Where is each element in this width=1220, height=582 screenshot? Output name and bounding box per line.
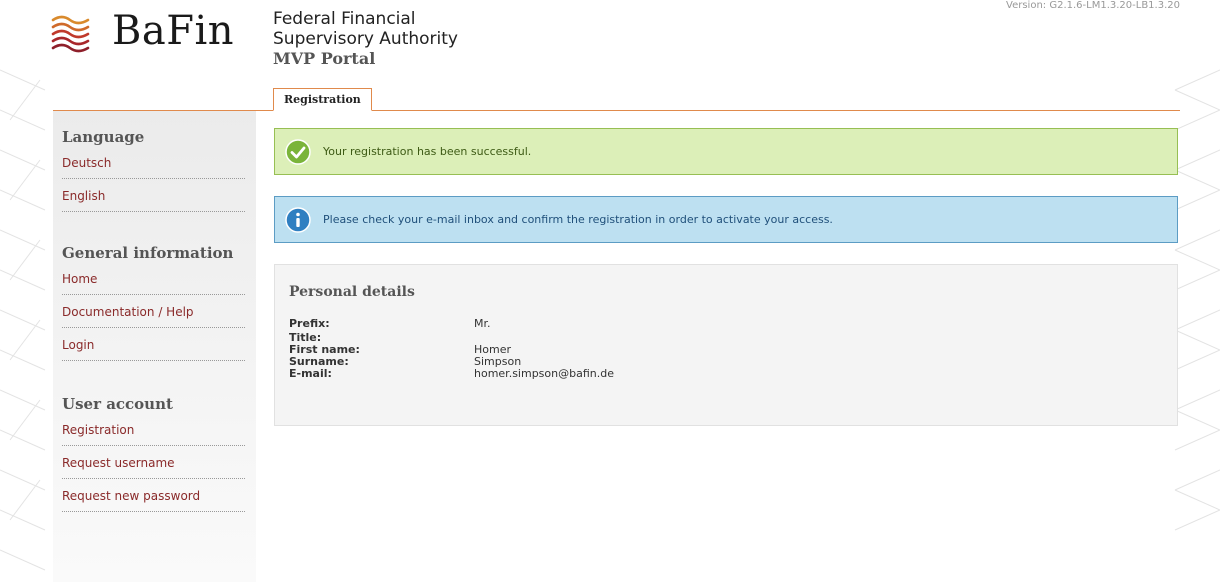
- sidebar-heading-language: Language: [62, 128, 145, 146]
- sidebar-section-language: Language Deutsch English: [62, 128, 245, 212]
- sidebar-section-user-account: User account Registration Request userna…: [62, 395, 245, 512]
- bafin-logo[interactable]: BaFin: [50, 8, 240, 64]
- sidebar-item-home[interactable]: Home: [62, 262, 245, 295]
- portal-name: MVP Portal: [273, 49, 376, 68]
- sidebar: Language Deutsch English General informa…: [53, 111, 256, 582]
- sidebar-item-request-password[interactable]: Request new password: [62, 479, 245, 512]
- page-header: BaFin Federal Financial Supervisory Auth…: [0, 0, 1220, 90]
- personal-details-heading: Personal details: [289, 284, 415, 300]
- sidebar-item-english[interactable]: English: [62, 179, 245, 212]
- sidebar-item-registration[interactable]: Registration: [62, 413, 245, 446]
- sidebar-item-documentation[interactable]: Documentation / Help: [62, 295, 245, 328]
- info-alert: Please check your e-mail inbox and confi…: [274, 196, 1178, 243]
- detail-row-title: Title:: [289, 332, 889, 344]
- sidebar-section-general: General information Home Documentation /…: [62, 244, 245, 361]
- tab-bar: Registration: [53, 88, 1180, 111]
- personal-details-panel: Personal details Prefix: Mr. Title: Firs…: [274, 264, 1178, 426]
- logo-text: BaFin: [112, 8, 235, 54]
- authority-line-2: Supervisory Authority: [273, 29, 458, 49]
- authority-line-1: Federal Financial: [273, 9, 416, 29]
- tab-registration[interactable]: Registration: [273, 88, 372, 111]
- version-label: Version: G2.1.6-LM1.3.20-LB1.3.20: [1006, 0, 1180, 11]
- info-message: Please check your e-mail inbox and confi…: [323, 213, 833, 226]
- detail-row-prefix: Prefix: Mr.: [289, 318, 889, 332]
- sidebar-item-deutsch[interactable]: Deutsch: [62, 146, 245, 179]
- detail-value: Mr.: [474, 317, 491, 330]
- detail-row-email: E-mail: homer.simpson@bafin.de: [289, 368, 889, 380]
- success-message: Your registration has been successful.: [323, 145, 532, 158]
- bafin-waves-icon: [51, 15, 90, 53]
- left-decorative-pattern: [0, 69, 46, 571]
- detail-row-first-name: First name: Homer: [289, 344, 889, 356]
- detail-label: E-mail:: [289, 367, 332, 380]
- detail-label: Prefix:: [289, 317, 330, 330]
- sidebar-heading-general: General information: [62, 244, 234, 262]
- sidebar-heading-user-account: User account: [62, 395, 173, 413]
- info-icon: [285, 207, 311, 233]
- detail-value: homer.simpson@bafin.de: [474, 367, 614, 380]
- sidebar-item-login[interactable]: Login: [62, 328, 245, 361]
- success-alert: Your registration has been successful.: [274, 128, 1178, 175]
- checkmark-icon: [285, 139, 311, 165]
- authority-title: Federal Financial Supervisory Authority …: [273, 9, 458, 69]
- personal-details-list: Prefix: Mr. Title: First name: Homer Sur…: [289, 318, 889, 380]
- sidebar-item-request-username[interactable]: Request username: [62, 446, 245, 479]
